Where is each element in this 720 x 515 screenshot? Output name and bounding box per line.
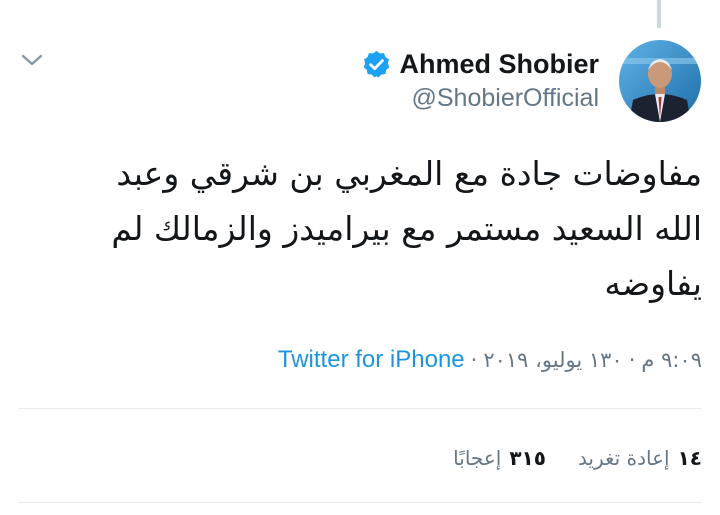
- retweets-stat[interactable]: ١٤ إعادة تغريد: [578, 446, 702, 470]
- tweet-menu-button[interactable]: [18, 48, 46, 72]
- author-display-name[interactable]: Ahmed Shobier: [399, 49, 599, 80]
- tweet-time[interactable]: ٩:٠٩ م: [641, 348, 702, 372]
- likes-stat[interactable]: ٣١٥ إعجابًا: [453, 446, 546, 470]
- likes-count: ٣١٥: [509, 446, 546, 470]
- meta-separator: ·: [628, 348, 636, 372]
- tweet-source-link[interactable]: Twitter for iPhone: [278, 346, 465, 374]
- stats-divider-bottom: [18, 502, 702, 503]
- tweet-date[interactable]: ١٣٠ يوليو، ٢٠١٩: [483, 348, 622, 372]
- tweet-meta: ٩:٠٩ م · ١٣٠ يوليو، ٢٠١٩ · Twitter for i…: [278, 346, 702, 374]
- retweets-count: ١٤: [677, 446, 702, 470]
- thread-connector-line: [657, 0, 661, 28]
- stats-divider-top: [18, 408, 702, 409]
- tweet-text: مفاوضات جادة مع المغربي بن شرقي وعبد الل…: [111, 154, 702, 303]
- profile-photo: [619, 40, 701, 122]
- tweet-stats: ١٤ إعادة تغريد ٣١٥ إعجابًا: [453, 446, 702, 470]
- avatar[interactable]: [619, 40, 701, 122]
- verified-badge-icon: [361, 49, 392, 80]
- author-name-row: Ahmed Shobier: [361, 46, 599, 82]
- meta-separator-2: ·: [470, 348, 478, 372]
- likes-label: إعجابًا: [453, 446, 502, 470]
- chevron-down-icon: [21, 54, 43, 66]
- author-handle[interactable]: @ShobierOfficial: [412, 84, 600, 113]
- retweets-label: إعادة تغريد: [577, 446, 670, 470]
